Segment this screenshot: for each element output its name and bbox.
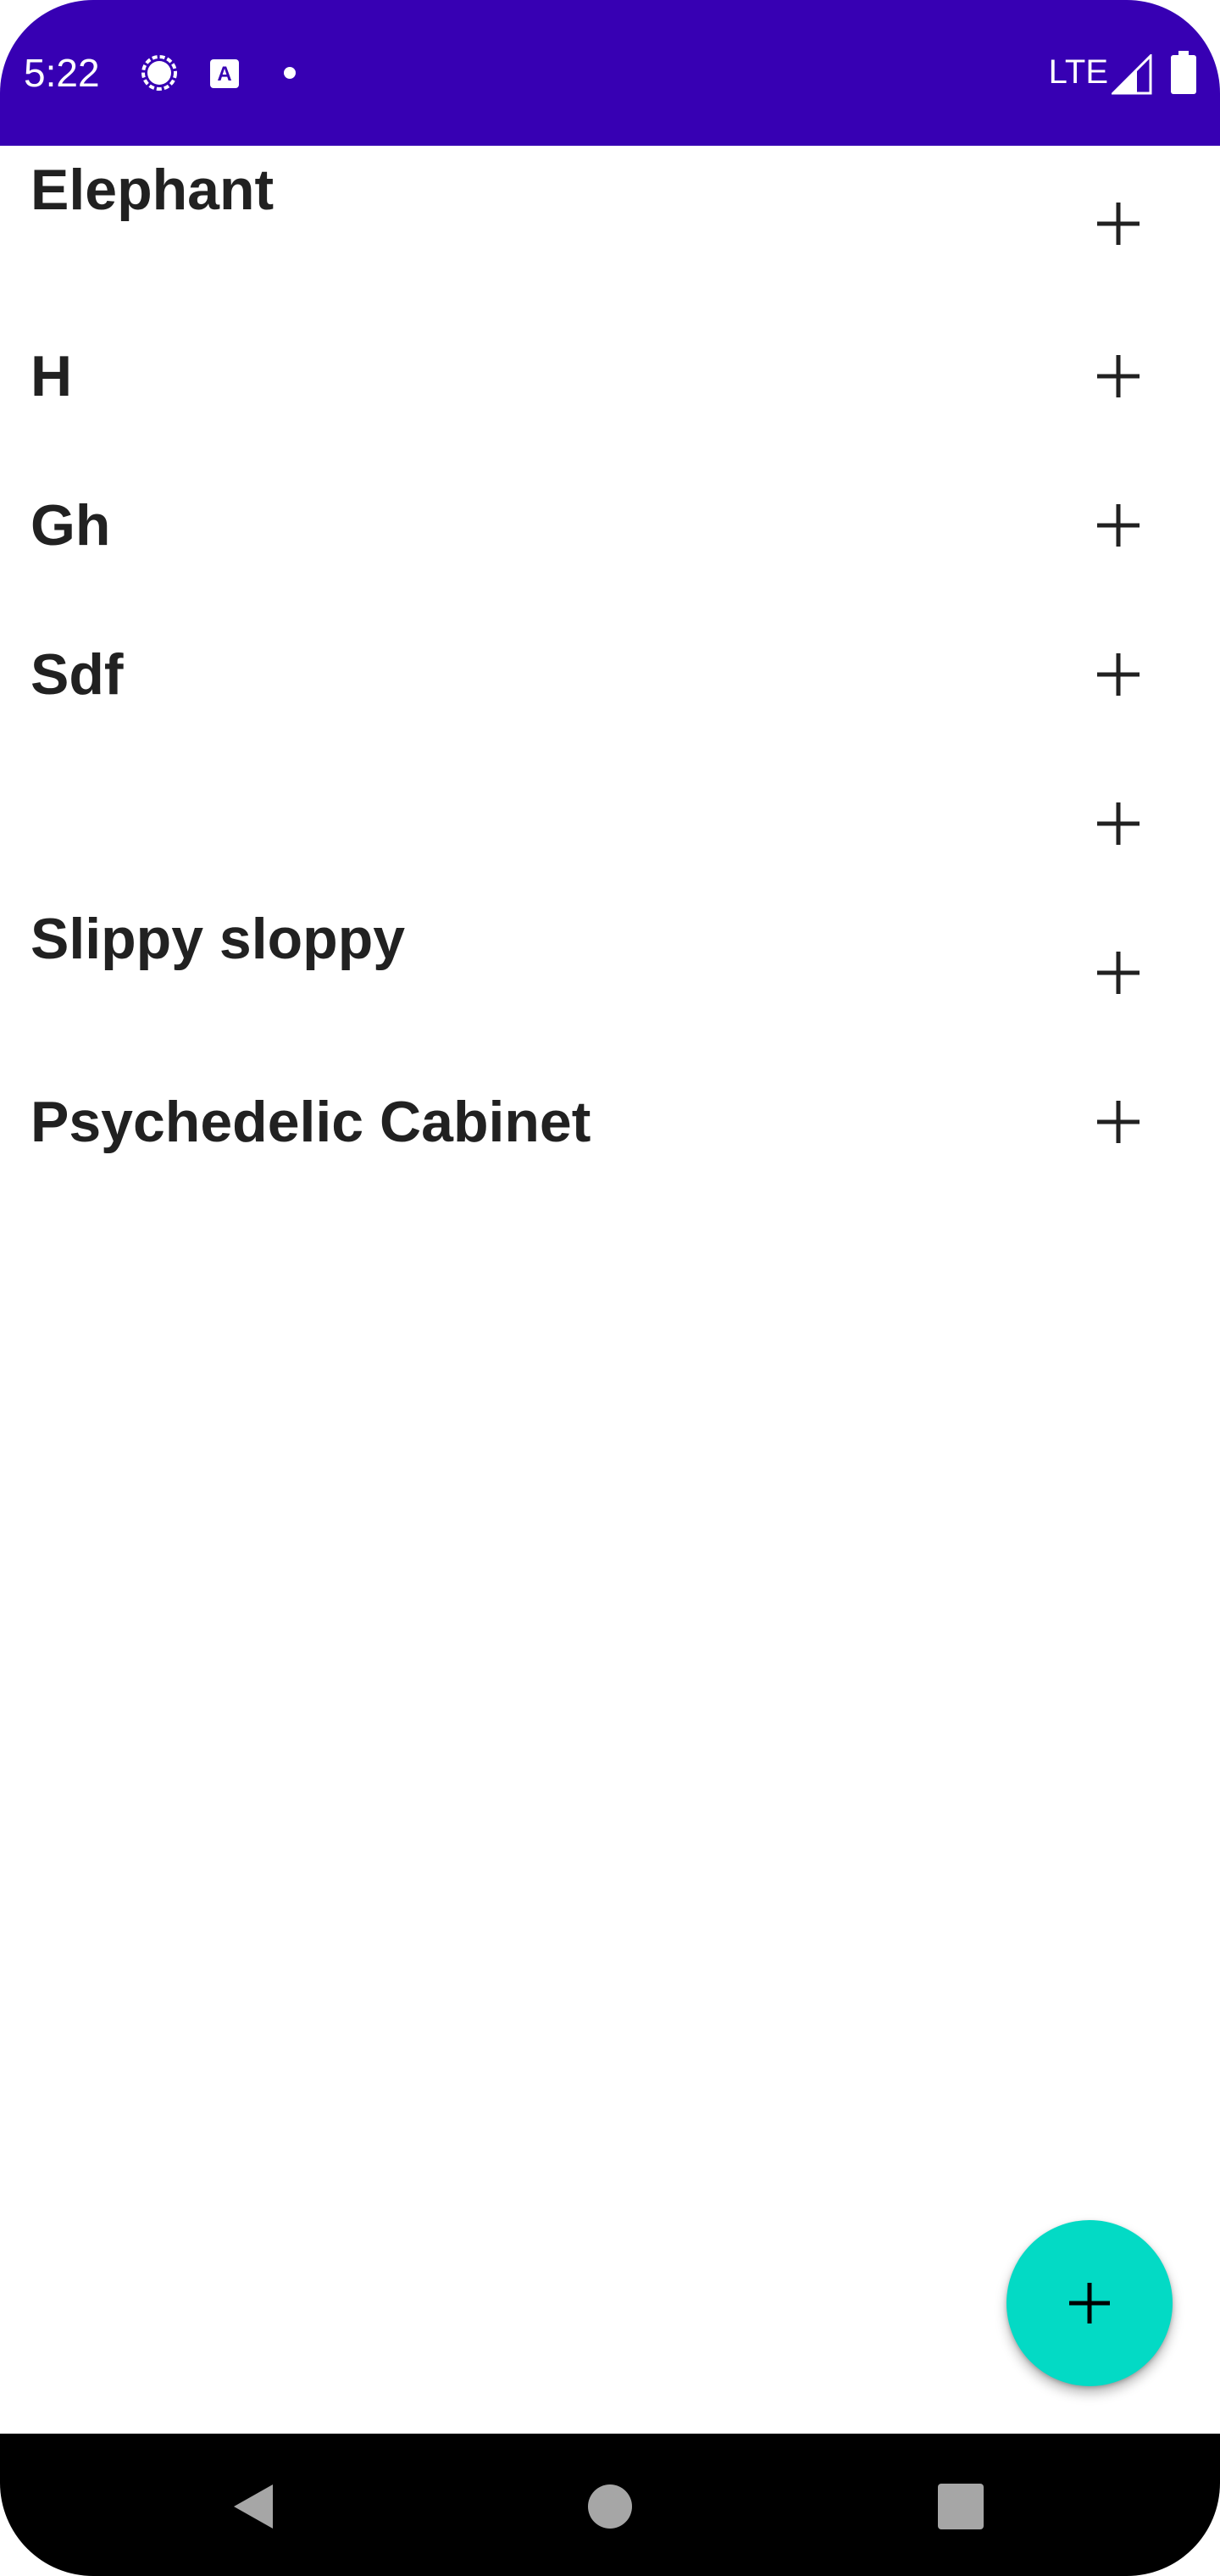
add-button[interactable]	[1079, 1083, 1157, 1161]
status-bar: 5:22 A LTE	[0, 0, 1220, 146]
plus-icon	[1097, 653, 1140, 696]
list-item-title: Slippy sloppy	[30, 907, 406, 971]
list-item[interactable]: H	[0, 295, 1220, 444]
plus-icon	[1097, 504, 1140, 547]
add-button[interactable]	[1079, 486, 1157, 564]
list-item-title: Sdf	[30, 642, 124, 707]
status-time: 5:22	[24, 51, 100, 95]
list-item-title: Gh	[30, 493, 111, 558]
network-type: LTE	[1048, 53, 1108, 91]
list-item[interactable]: Gh	[0, 444, 1220, 593]
notification-dot-icon	[284, 67, 296, 79]
home-icon[interactable]	[586, 2483, 634, 2530]
cell-signal-icon	[1112, 54, 1152, 95]
svg-text:A: A	[217, 63, 231, 86]
add-button[interactable]	[1079, 185, 1157, 263]
navigation-bar	[0, 2434, 1220, 2576]
add-button[interactable]	[1079, 785, 1157, 863]
list-item-title: H	[30, 344, 73, 408]
app-notification-icon: A	[210, 59, 239, 88]
battery-icon	[1171, 51, 1196, 94]
plus-icon	[1097, 355, 1140, 397]
add-item-fab[interactable]	[1006, 2220, 1173, 2386]
plus-icon	[1069, 2283, 1110, 2323]
list-item[interactable]: Elephant	[0, 146, 1220, 295]
add-button[interactable]	[1079, 337, 1157, 415]
plus-icon	[1097, 1101, 1140, 1143]
list-item-title: Elephant	[30, 158, 274, 222]
list-item[interactable]: Psychedelic Cabinet	[0, 1041, 1220, 1190]
add-button[interactable]	[1079, 934, 1157, 1012]
recents-icon[interactable]	[937, 2483, 984, 2530]
list-item[interactable]: Sdf	[0, 593, 1220, 742]
list-item-title: Psychedelic Cabinet	[30, 1090, 591, 1154]
plus-icon	[1097, 952, 1140, 994]
plus-icon	[1097, 203, 1140, 245]
add-button[interactable]	[1079, 636, 1157, 713]
app-screen: 5:22 A LTE Elephant H Gh Sdf Slippy slop…	[0, 0, 1220, 2576]
list-item[interactable]: Slippy sloppy	[0, 891, 1220, 1041]
plus-icon	[1097, 802, 1140, 845]
list-item[interactable]	[0, 742, 1220, 891]
signal-messenger-icon	[141, 55, 177, 91]
back-icon[interactable]	[229, 2481, 280, 2532]
